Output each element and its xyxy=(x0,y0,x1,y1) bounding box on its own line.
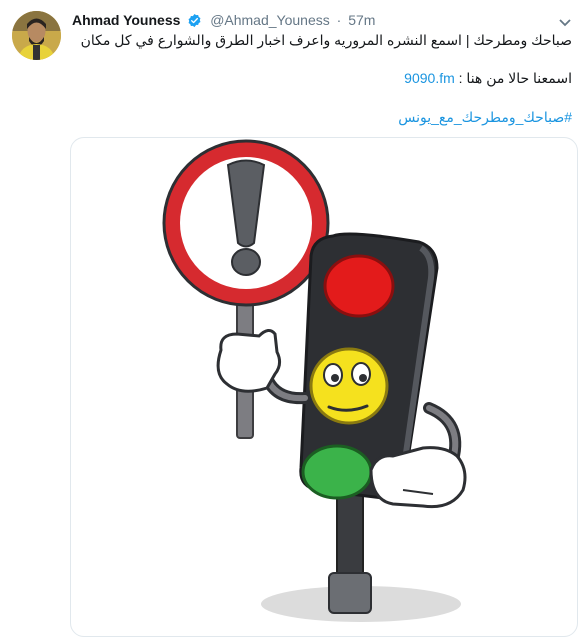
author-name[interactable]: Ahmad Youness xyxy=(72,12,180,28)
tweet-text-line: صباحك ومطرحك | اسمع النشره المروريه واعر… xyxy=(80,32,572,48)
hashtag-link[interactable]: #صباحك_ومطرحك_مع_يونس xyxy=(398,109,572,125)
tweet-text-link-line: اسمعنا حالا من هنا : 9090.fm xyxy=(404,68,572,88)
avatar[interactable] xyxy=(12,11,61,60)
hashtag-line: #صباحك_ومطرحك_مع_يونس xyxy=(398,107,572,127)
author-handle[interactable]: @Ahmad_Youness xyxy=(210,12,330,28)
tweet[interactable]: Ahmad Youness @Ahmad_Youness · 57m صباحك… xyxy=(0,0,585,639)
tweet-header: Ahmad Youness @Ahmad_Youness · 57m xyxy=(72,10,375,30)
traffic-light-illustration xyxy=(162,139,467,622)
link-9090fm[interactable]: 9090.fm xyxy=(404,70,455,86)
avatar-image xyxy=(12,11,61,60)
timestamp[interactable]: 57m xyxy=(348,12,375,28)
tweet-media[interactable] xyxy=(70,137,578,637)
listen-prompt: اسمعنا حالا من هنا : xyxy=(458,70,572,86)
separator-dot: · xyxy=(336,12,342,28)
